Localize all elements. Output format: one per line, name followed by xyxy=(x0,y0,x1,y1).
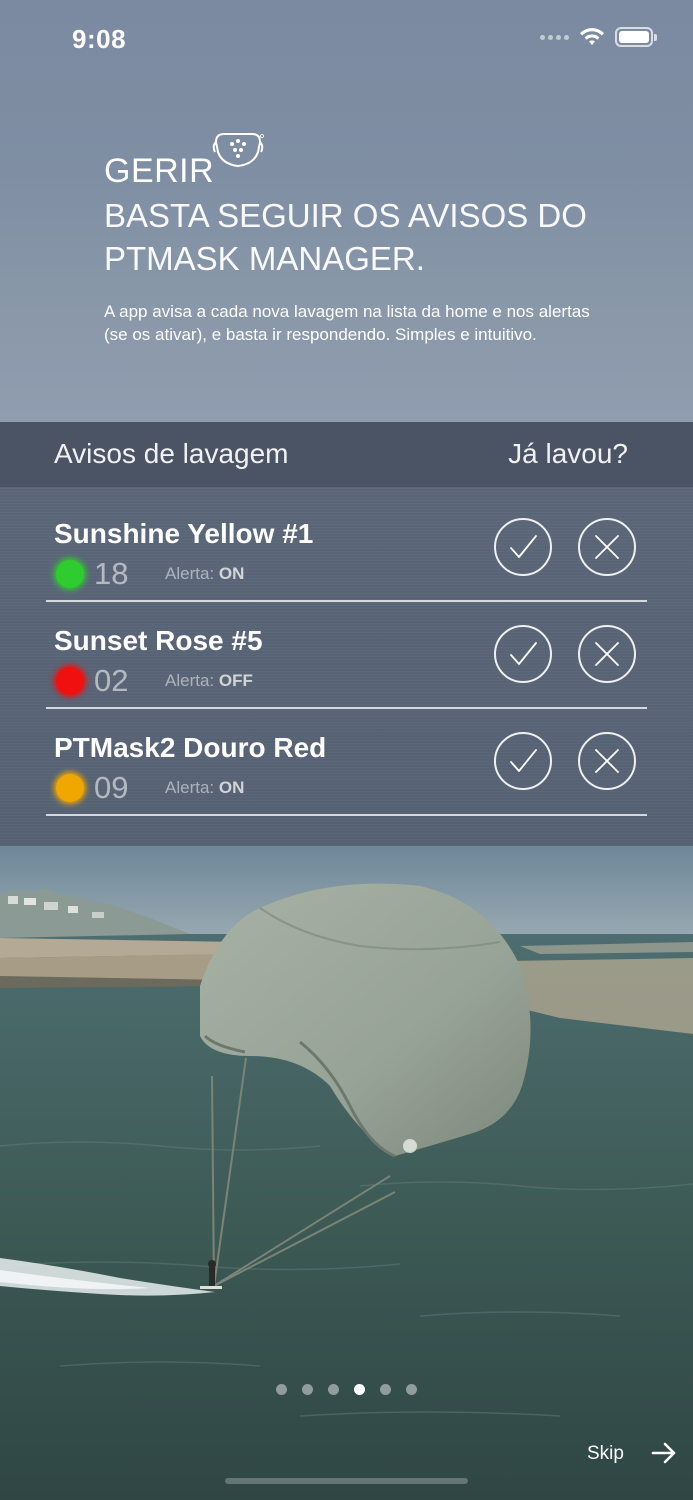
status-icons xyxy=(540,27,657,47)
list-item: Sunset Rose #5 02 Alerta: OFF xyxy=(46,603,647,709)
mask-name: Sunshine Yellow #1 xyxy=(54,518,314,549)
skip-button[interactable]: Skip xyxy=(587,1443,624,1465)
status-dot xyxy=(56,774,84,802)
mask-name: Sunset Rose #5 xyxy=(54,625,263,656)
mask-logo-icon xyxy=(212,133,264,168)
alert-value: ON xyxy=(218,564,245,583)
page-dot[interactable] xyxy=(302,1384,313,1395)
alert-label: Alerta: xyxy=(165,564,215,583)
card-header-title: Avisos de lavagem xyxy=(54,438,289,469)
battery-icon xyxy=(615,27,657,47)
close-icon xyxy=(595,642,619,666)
close-icon xyxy=(595,535,619,559)
wash-count: 02 xyxy=(94,663,129,698)
page-dot[interactable] xyxy=(276,1384,287,1395)
scene-graphic xyxy=(0,846,693,1500)
alert-label: Alerta: xyxy=(165,778,215,797)
confirm-washed-button[interactable] xyxy=(494,518,552,576)
page-dot[interactable] xyxy=(328,1384,339,1395)
card-header: Avisos de lavagem Já lavou? xyxy=(0,422,693,487)
mask-name: PTMask2 Douro Red xyxy=(54,732,327,763)
wash-count: 18 xyxy=(94,556,129,591)
confirm-washed-button[interactable] xyxy=(494,732,552,790)
check-icon xyxy=(510,642,537,665)
alert-value: OFF xyxy=(218,671,253,690)
page-dot[interactable] xyxy=(380,1384,391,1395)
list-item: PTMask2 Douro Red 09 Alerta: ON xyxy=(46,710,647,816)
kitesurf-mask-illustration xyxy=(0,846,693,1500)
home-indicator xyxy=(225,1478,468,1484)
page-dot[interactable] xyxy=(354,1384,365,1395)
alert-status: Alerta: ON xyxy=(165,564,244,584)
page-title: GERIR xyxy=(104,152,215,190)
wash-reminders-card: Avisos de lavagem Já lavou? Sunshine Yel… xyxy=(0,422,693,846)
wifi-icon xyxy=(580,28,604,45)
status-time: 9:08 xyxy=(72,24,127,54)
alert-status: Alerta: ON xyxy=(165,778,244,798)
alert-value: ON xyxy=(218,778,245,797)
page-subtitle: BASTA SEGUIR OS AVISOS DO PTMASK MANAGER… xyxy=(104,197,587,277)
check-icon xyxy=(510,535,537,558)
reject-washed-button[interactable] xyxy=(578,732,636,790)
reject-washed-button[interactable] xyxy=(578,518,636,576)
check-icon xyxy=(510,749,537,772)
list-item: Sunshine Yellow #1 18 Alerta: ON xyxy=(46,496,647,602)
status-dot xyxy=(56,667,84,695)
arrow-right-icon[interactable] xyxy=(650,1440,678,1466)
card-header-question: Já lavou? xyxy=(508,438,628,469)
status-dot xyxy=(56,560,84,588)
page-indicator[interactable] xyxy=(0,1384,693,1395)
alert-label: Alerta: xyxy=(165,671,215,690)
alert-status: Alerta: OFF xyxy=(165,671,253,691)
close-icon xyxy=(595,749,619,773)
page-description: A app avisa a cada nova lavagem na lista… xyxy=(104,302,590,344)
reject-washed-button[interactable] xyxy=(578,625,636,683)
confirm-washed-button[interactable] xyxy=(494,625,552,683)
wash-count: 09 xyxy=(94,770,129,805)
page-dot[interactable] xyxy=(406,1384,417,1395)
cellular-signal-icon xyxy=(540,34,569,40)
